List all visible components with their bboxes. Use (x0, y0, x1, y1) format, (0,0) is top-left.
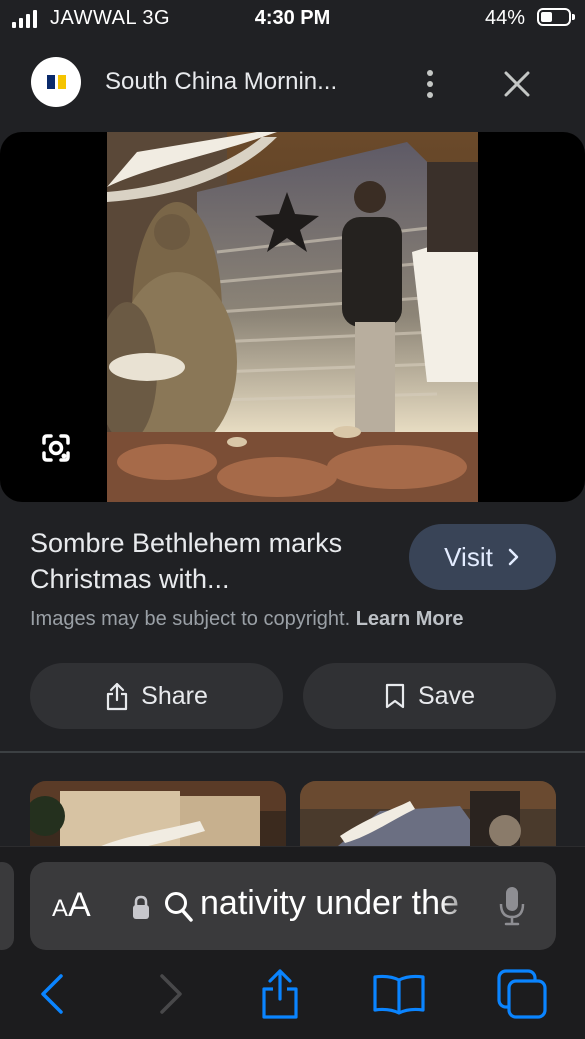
copyright-text: Images may be subject to copyright. (30, 608, 351, 630)
text-size-button[interactable]: AA (52, 886, 91, 925)
close-icon[interactable] (497, 64, 537, 104)
visit-label: Visit (444, 541, 493, 572)
microphone-icon[interactable] (497, 884, 527, 928)
battery-percent: 44% (484, 7, 525, 29)
more-vertical-icon (427, 70, 433, 76)
bookmarks-button[interactable] (371, 966, 427, 1022)
previous-tab-peek[interactable] (0, 862, 14, 950)
result-image[interactable] (107, 132, 478, 502)
divider (0, 751, 585, 753)
site-logo (31, 57, 81, 107)
back-button[interactable] (24, 966, 80, 1022)
result-title[interactable]: Sombre Bethlehem marks Christmas with... (30, 525, 390, 597)
tabs-icon (497, 969, 547, 1019)
search-query-input[interactable]: nativity under the (200, 884, 476, 923)
save-button[interactable]: Save (303, 663, 556, 729)
share-icon (262, 969, 298, 1019)
lock-icon (133, 895, 149, 919)
site-name: South China Mornin... (105, 68, 338, 95)
battery-icon (537, 8, 575, 26)
query-fade (440, 870, 480, 940)
save-label: Save (418, 681, 475, 710)
back-icon (41, 974, 63, 1014)
forward-icon (160, 974, 182, 1014)
google-lens-icon[interactable] (36, 428, 76, 468)
result-image-frame[interactable] (0, 132, 585, 502)
copyright-notice: Images may be subject to copyright. Lear… (30, 608, 464, 631)
more-options-button[interactable] (418, 66, 442, 102)
learn-more-link[interactable]: Learn More (356, 608, 464, 630)
search-icon (165, 892, 193, 922)
chevron-right-icon (508, 548, 519, 566)
status-bar: JAWWAL 3G 4:30 PM 44% (0, 0, 585, 38)
forward-button[interactable] (143, 966, 199, 1022)
tabs-button[interactable] (494, 966, 550, 1022)
share-label: Share (141, 681, 208, 710)
share-icon (107, 682, 128, 711)
visit-button[interactable]: Visit (409, 524, 556, 590)
share-button[interactable]: Share (30, 663, 283, 729)
bookmark-icon (385, 683, 405, 709)
share-page-button[interactable] (252, 966, 308, 1022)
bookmarks-icon (373, 974, 425, 1015)
